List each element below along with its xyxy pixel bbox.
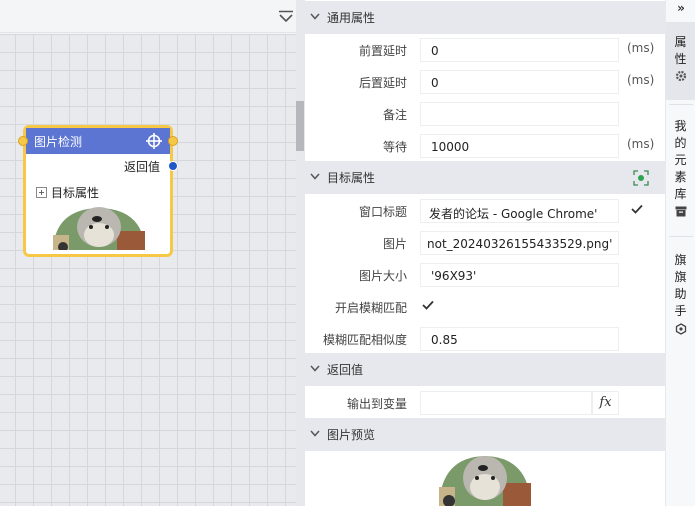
note-input[interactable]	[420, 102, 619, 126]
wait-row: 等待 10000 (ms)	[305, 129, 665, 161]
pre-delay-unit: (ms)	[627, 41, 655, 55]
output-var-input[interactable]	[420, 391, 592, 415]
post-delay-row: 后置延时 0 (ms)	[305, 65, 665, 97]
node-header[interactable]: 图片检测	[26, 128, 170, 154]
image-preview	[437, 453, 533, 506]
side-divider	[669, 104, 693, 105]
input-port[interactable]	[18, 136, 28, 146]
section-target-title: 目标属性	[327, 171, 376, 185]
properties-panel: 通用属性 前置延时 0 (ms) 后置延时 0 (ms) 备注 等待 10000…	[305, 0, 665, 506]
fuzzy-match-label: 开启模糊匹配	[334, 301, 407, 315]
tab-properties[interactable]: 属 性	[666, 22, 695, 100]
window-title-row: 窗口标题 发者的论坛 - Google Chrome'	[305, 194, 665, 226]
output-var-label: 输出到变量	[346, 397, 407, 411]
window-title-input[interactable]: 发者的论坛 - Google Chrome'	[420, 199, 619, 223]
collapse-side-button[interactable]: »	[666, 0, 695, 18]
wait-unit: (ms)	[627, 137, 655, 151]
section-target[interactable]: 目标属性	[305, 161, 665, 194]
canvas-grid[interactable]	[0, 34, 296, 506]
wait-input[interactable]: 10000	[420, 134, 619, 158]
similarity-label: 模糊匹配相似度	[322, 333, 407, 347]
section-general[interactable]: 通用属性	[305, 1, 665, 34]
image-size-row: 图片大小 '96X93'	[305, 258, 665, 290]
tab-assistant[interactable]: 旗 旗 助 手	[666, 248, 695, 335]
tab-properties-char: 属	[674, 35, 687, 49]
chevron-down-icon[interactable]	[310, 430, 320, 437]
similarity-row: 模糊匹配相似度 0.85	[305, 322, 665, 354]
image-input[interactable]: not_20240326155433529.png'	[420, 231, 619, 255]
pre-delay-row: 前置延时 0 (ms)	[305, 33, 665, 65]
node-target-attr-label: 目标属性	[51, 186, 100, 200]
panel-splitter[interactable]	[296, 0, 305, 506]
tab-my-elements[interactable]: 我 的 元 素 库	[666, 114, 695, 217]
image-size-input[interactable]: '96X93'	[420, 263, 619, 287]
tab-assist-char: 旗	[674, 253, 687, 267]
image-row: 图片 not_20240326155433529.png'	[305, 226, 665, 258]
side-divider	[669, 236, 693, 237]
fuzzy-match-row: 开启模糊匹配	[305, 290, 665, 322]
note-label: 备注	[382, 108, 407, 122]
plus-square-icon[interactable]	[36, 187, 47, 198]
tab-elements-char: 库	[674, 187, 687, 201]
node-title: 图片检测	[34, 134, 83, 149]
output-port-flow[interactable]	[168, 136, 178, 146]
post-delay-label: 后置延时	[358, 76, 407, 90]
tab-assist-char: 手	[674, 304, 687, 318]
output-var-row: 输出到变量 fx	[305, 386, 665, 418]
tab-assist-char: 助	[674, 287, 687, 301]
section-preview[interactable]: 图片预览	[305, 418, 665, 451]
chevron-down-double-icon[interactable]	[278, 10, 294, 24]
image-detect-node[interactable]: 图片检测 返回值 目标属性	[18, 125, 178, 257]
crosshair-icon[interactable]	[146, 133, 162, 149]
tab-elements-char: 素	[674, 170, 687, 184]
chevron-down-icon[interactable]	[310, 173, 320, 180]
chevron-down-icon[interactable]	[310, 13, 320, 20]
output-port-return[interactable]	[168, 161, 178, 171]
image-size-label: 图片大小	[358, 269, 407, 283]
tab-assist-char: 旗	[674, 270, 687, 284]
check-icon[interactable]	[631, 204, 643, 214]
chevron-down-icon[interactable]	[310, 365, 320, 372]
section-general-title: 通用属性	[327, 11, 376, 25]
wait-label: 等待	[382, 140, 407, 154]
image-label: 图片	[382, 237, 407, 251]
node-target-attr[interactable]: 目标属性	[36, 184, 99, 201]
archive-icon	[675, 206, 686, 217]
eye-icon[interactable]	[633, 170, 649, 186]
note-row: 备注	[305, 97, 665, 129]
tab-elements-char: 的	[674, 136, 687, 150]
node-return-label: 返回值	[123, 160, 160, 174]
section-return[interactable]: 返回值	[305, 353, 665, 386]
check-icon[interactable]	[422, 300, 434, 310]
fx-button[interactable]: fx	[592, 391, 619, 415]
section-preview-title: 图片预览	[327, 428, 376, 442]
canvas-toolbar	[0, 0, 296, 33]
post-delay-input[interactable]: 0	[420, 70, 619, 94]
post-delay-unit: (ms)	[627, 73, 655, 87]
pre-delay-input[interactable]: 0	[420, 38, 619, 62]
node-image-thumbnail	[51, 205, 147, 250]
tab-elements-char: 我	[674, 119, 687, 133]
window-title-label: 窗口标题	[358, 205, 407, 219]
tab-properties-char: 性	[674, 52, 687, 66]
gear-icon	[675, 70, 686, 82]
similarity-input[interactable]: 0.85	[420, 327, 619, 351]
pre-delay-label: 前置延时	[358, 44, 407, 58]
flow-canvas[interactable]: 图片检测 返回值 目标属性	[0, 0, 296, 506]
robot-icon	[675, 323, 686, 335]
side-tab-bar: » 属 性 我 的 元 素 库 旗 旗 助 手	[665, 0, 695, 506]
tab-elements-char: 元	[674, 153, 687, 167]
splitter-handle[interactable]	[296, 101, 304, 151]
section-return-title: 返回值	[327, 363, 364, 377]
